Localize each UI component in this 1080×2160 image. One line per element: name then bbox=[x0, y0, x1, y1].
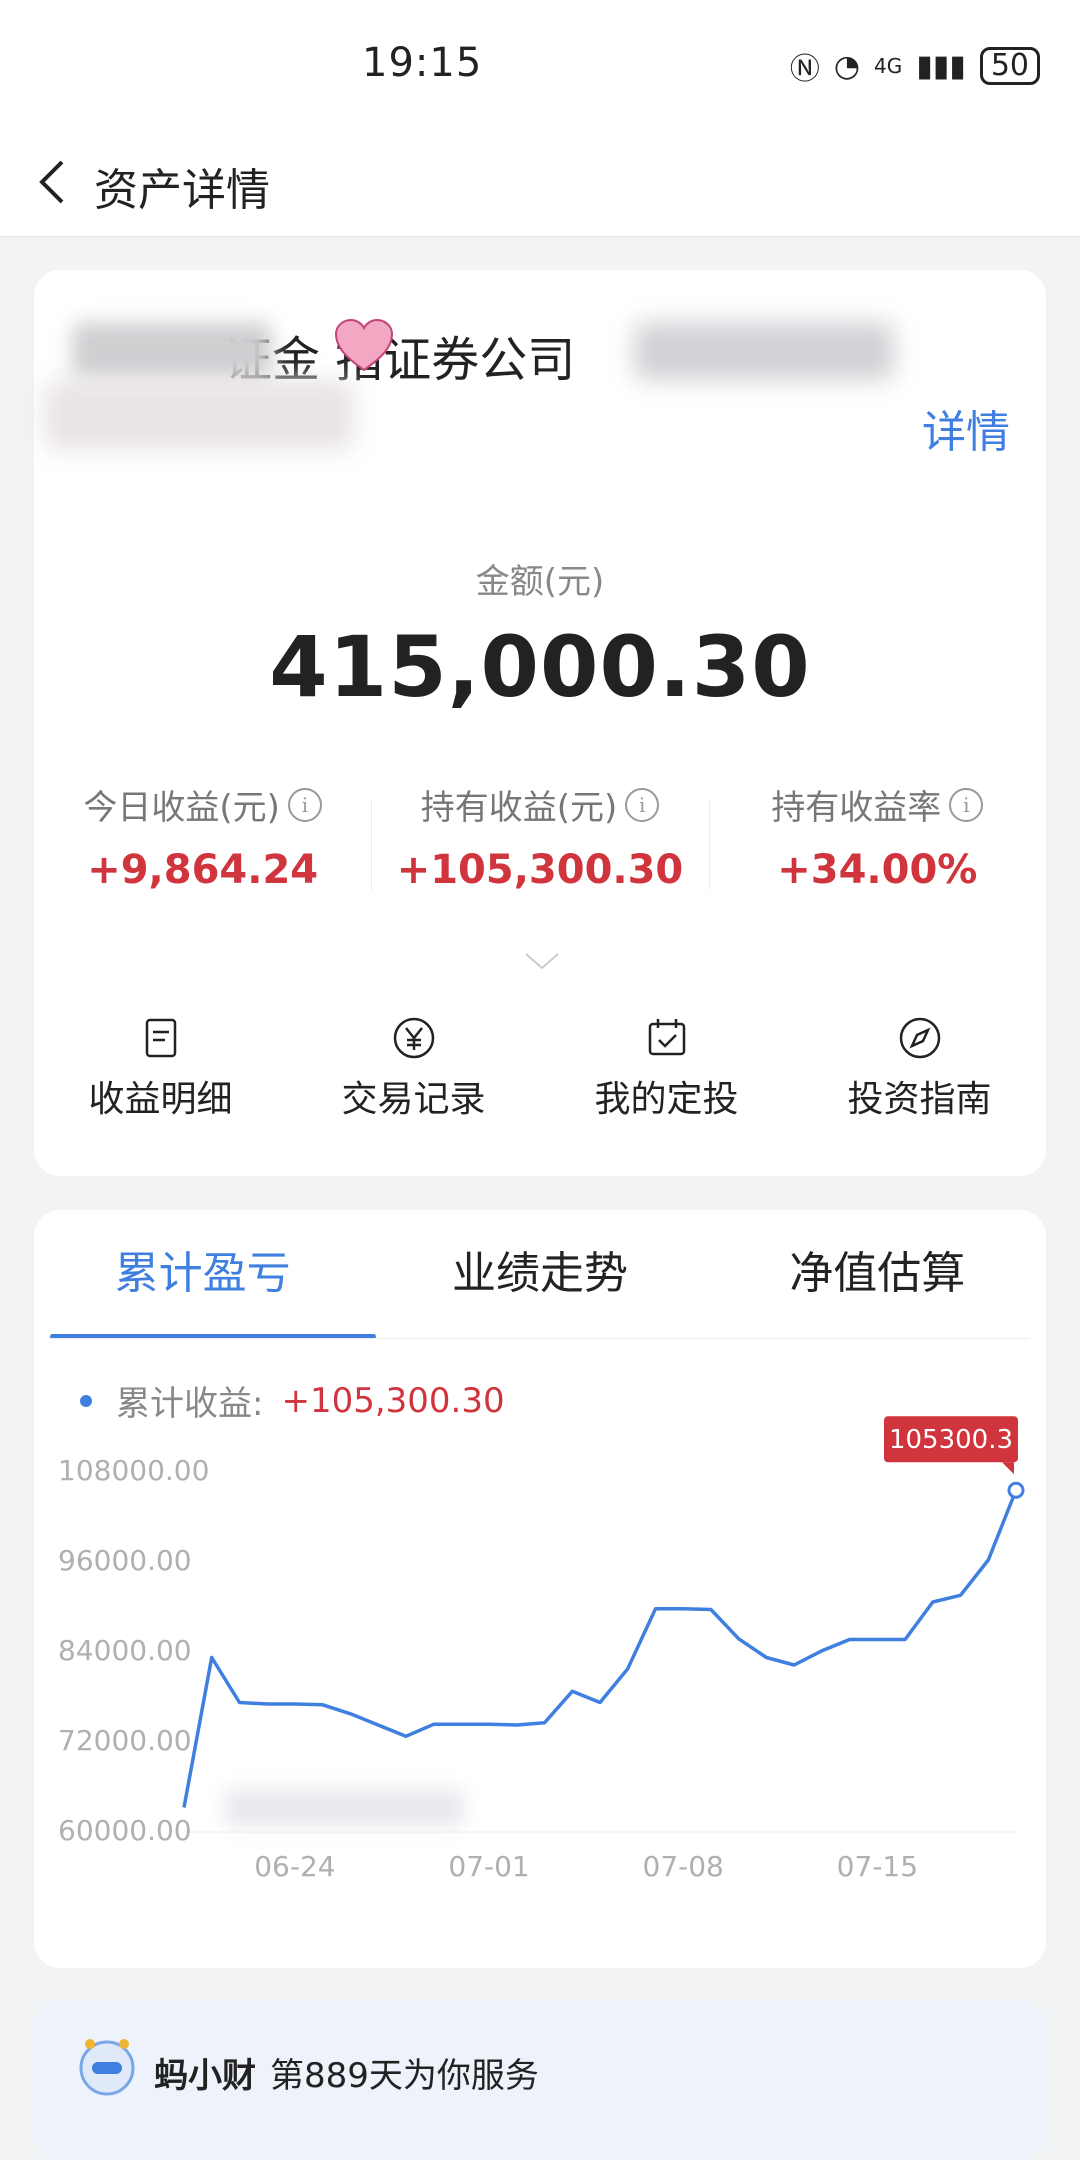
redacted-block bbox=[634, 322, 894, 380]
action-earnings-detail[interactable]: 收益明细 bbox=[34, 1016, 287, 1122]
network-label: 4G bbox=[874, 54, 903, 78]
info-icon[interactable]: i bbox=[625, 787, 660, 822]
action-label: 交易记录 bbox=[341, 1079, 486, 1120]
stat-rate: 持有收益率 i +34.00% bbox=[708, 780, 1046, 900]
earnings-stats: 今日收益(元) i +9,864.24 持有收益(元) i +105,300.3… bbox=[34, 780, 1046, 900]
chevron-down-icon[interactable] bbox=[524, 950, 560, 972]
chart-tabs: 累计盈亏 业绩走势 净值估算 bbox=[34, 1210, 1046, 1338]
redacted-block bbox=[44, 380, 354, 450]
cumulative-pnl-chart[interactable]: 108000.00 96000.00 84000.00 72000.00 60000.0… bbox=[34, 1390, 1046, 1950]
x-tick-label: 06-24 bbox=[254, 1850, 335, 1883]
info-icon[interactable]: i bbox=[949, 787, 984, 822]
stat-label: 持有收益率 bbox=[771, 788, 942, 828]
stat-value: +34.00% bbox=[777, 847, 978, 893]
y-tick-label: 72000.00 bbox=[58, 1724, 192, 1757]
stat-label: 持有收益(元) bbox=[420, 788, 618, 828]
yen-icon bbox=[393, 1017, 434, 1059]
tooltip-value: 105300.3 bbox=[889, 1425, 1013, 1455]
action-auto-invest[interactable]: 我的定投 bbox=[540, 1016, 793, 1122]
redacted-block bbox=[224, 1790, 464, 1826]
document-icon bbox=[145, 1018, 176, 1058]
tab-cumulative-pnl[interactable]: 累计盈亏 bbox=[34, 1210, 371, 1338]
stat-label: 今日收益(元) bbox=[83, 788, 280, 828]
stat-value: +9,864.24 bbox=[87, 847, 319, 893]
compass-icon bbox=[899, 1017, 940, 1059]
action-invest-guide[interactable]: 投资指南 bbox=[793, 1016, 1046, 1122]
status-time: 19:15 bbox=[362, 40, 483, 86]
page-title: 资产详情 bbox=[94, 165, 270, 216]
action-label: 投资指南 bbox=[847, 1079, 992, 1120]
amount-value: 415,000.30 bbox=[269, 618, 811, 716]
love-sticker-icon bbox=[334, 318, 394, 372]
action-label: 收益明细 bbox=[88, 1079, 233, 1120]
detail-link[interactable]: 详情 bbox=[922, 396, 1010, 460]
signal-icon: ▮▮▮ bbox=[916, 48, 966, 84]
wifi-icon: ◔ bbox=[833, 48, 861, 84]
stat-value: +105,300.30 bbox=[396, 847, 684, 893]
tab-performance[interactable]: 业绩走势 bbox=[371, 1210, 708, 1338]
y-tick-label: 84000.00 bbox=[58, 1634, 192, 1667]
info-icon[interactable]: i bbox=[287, 787, 322, 822]
asset-card: 证金 指证券公司 详情 金额(元) 415,000.30 今日收益(元) i +… bbox=[34, 270, 1046, 1176]
quick-actions: 收益明细 交易记录 我的定投 投资指南 bbox=[34, 1016, 1046, 1122]
nav-bar: 资产详情 bbox=[0, 130, 1080, 237]
action-transactions[interactable]: 交易记录 bbox=[287, 1016, 540, 1122]
y-tick-label: 96000.00 bbox=[58, 1544, 192, 1577]
x-tick-label: 07-01 bbox=[448, 1850, 529, 1883]
x-tick-label: 07-15 bbox=[837, 1850, 918, 1883]
divider bbox=[50, 1338, 1030, 1339]
status-icons: Ⓝ ◔ 4G ▮▮▮ 50 bbox=[790, 44, 1040, 88]
tooltip-arrow bbox=[1002, 1462, 1014, 1475]
battery-icon: 50 bbox=[979, 47, 1040, 85]
assistant-card[interactable]: 蚂小财 第889天为你服务 bbox=[34, 2000, 1046, 2160]
series-line bbox=[182, 1489, 1018, 1808]
assistant-avatar-icon bbox=[79, 2039, 135, 2096]
nfc-icon: Ⓝ bbox=[789, 52, 820, 87]
assistant-name: 蚂小财 bbox=[154, 2056, 256, 2096]
redacted-block bbox=[72, 322, 272, 380]
back-icon[interactable] bbox=[30, 152, 78, 212]
amount-label: 金额(元) bbox=[475, 562, 605, 602]
action-label: 我的定投 bbox=[594, 1079, 739, 1120]
calendar-check-icon bbox=[648, 1019, 685, 1056]
y-tick-label: 108000.00 bbox=[58, 1454, 209, 1487]
stat-holding: 持有收益(元) i +105,300.30 bbox=[371, 780, 708, 900]
status-bar: 19:15 Ⓝ ◔ 4G ▮▮▮ 50 bbox=[0, 0, 1080, 130]
last-point-marker bbox=[1007, 1481, 1025, 1499]
service-days: 第889天为你服务 bbox=[270, 2056, 539, 2096]
y-tick-label: 60000.00 bbox=[58, 1814, 192, 1847]
chart-card: 累计盈亏 业绩走势 净值估算 累计收益: +105,300.30 108000.… bbox=[34, 1210, 1046, 1968]
tab-nav-estimate[interactable]: 净值估算 bbox=[709, 1210, 1046, 1338]
x-tick-label: 07-08 bbox=[643, 1850, 724, 1883]
stat-today: 今日收益(元) i +9,864.24 bbox=[34, 780, 371, 900]
